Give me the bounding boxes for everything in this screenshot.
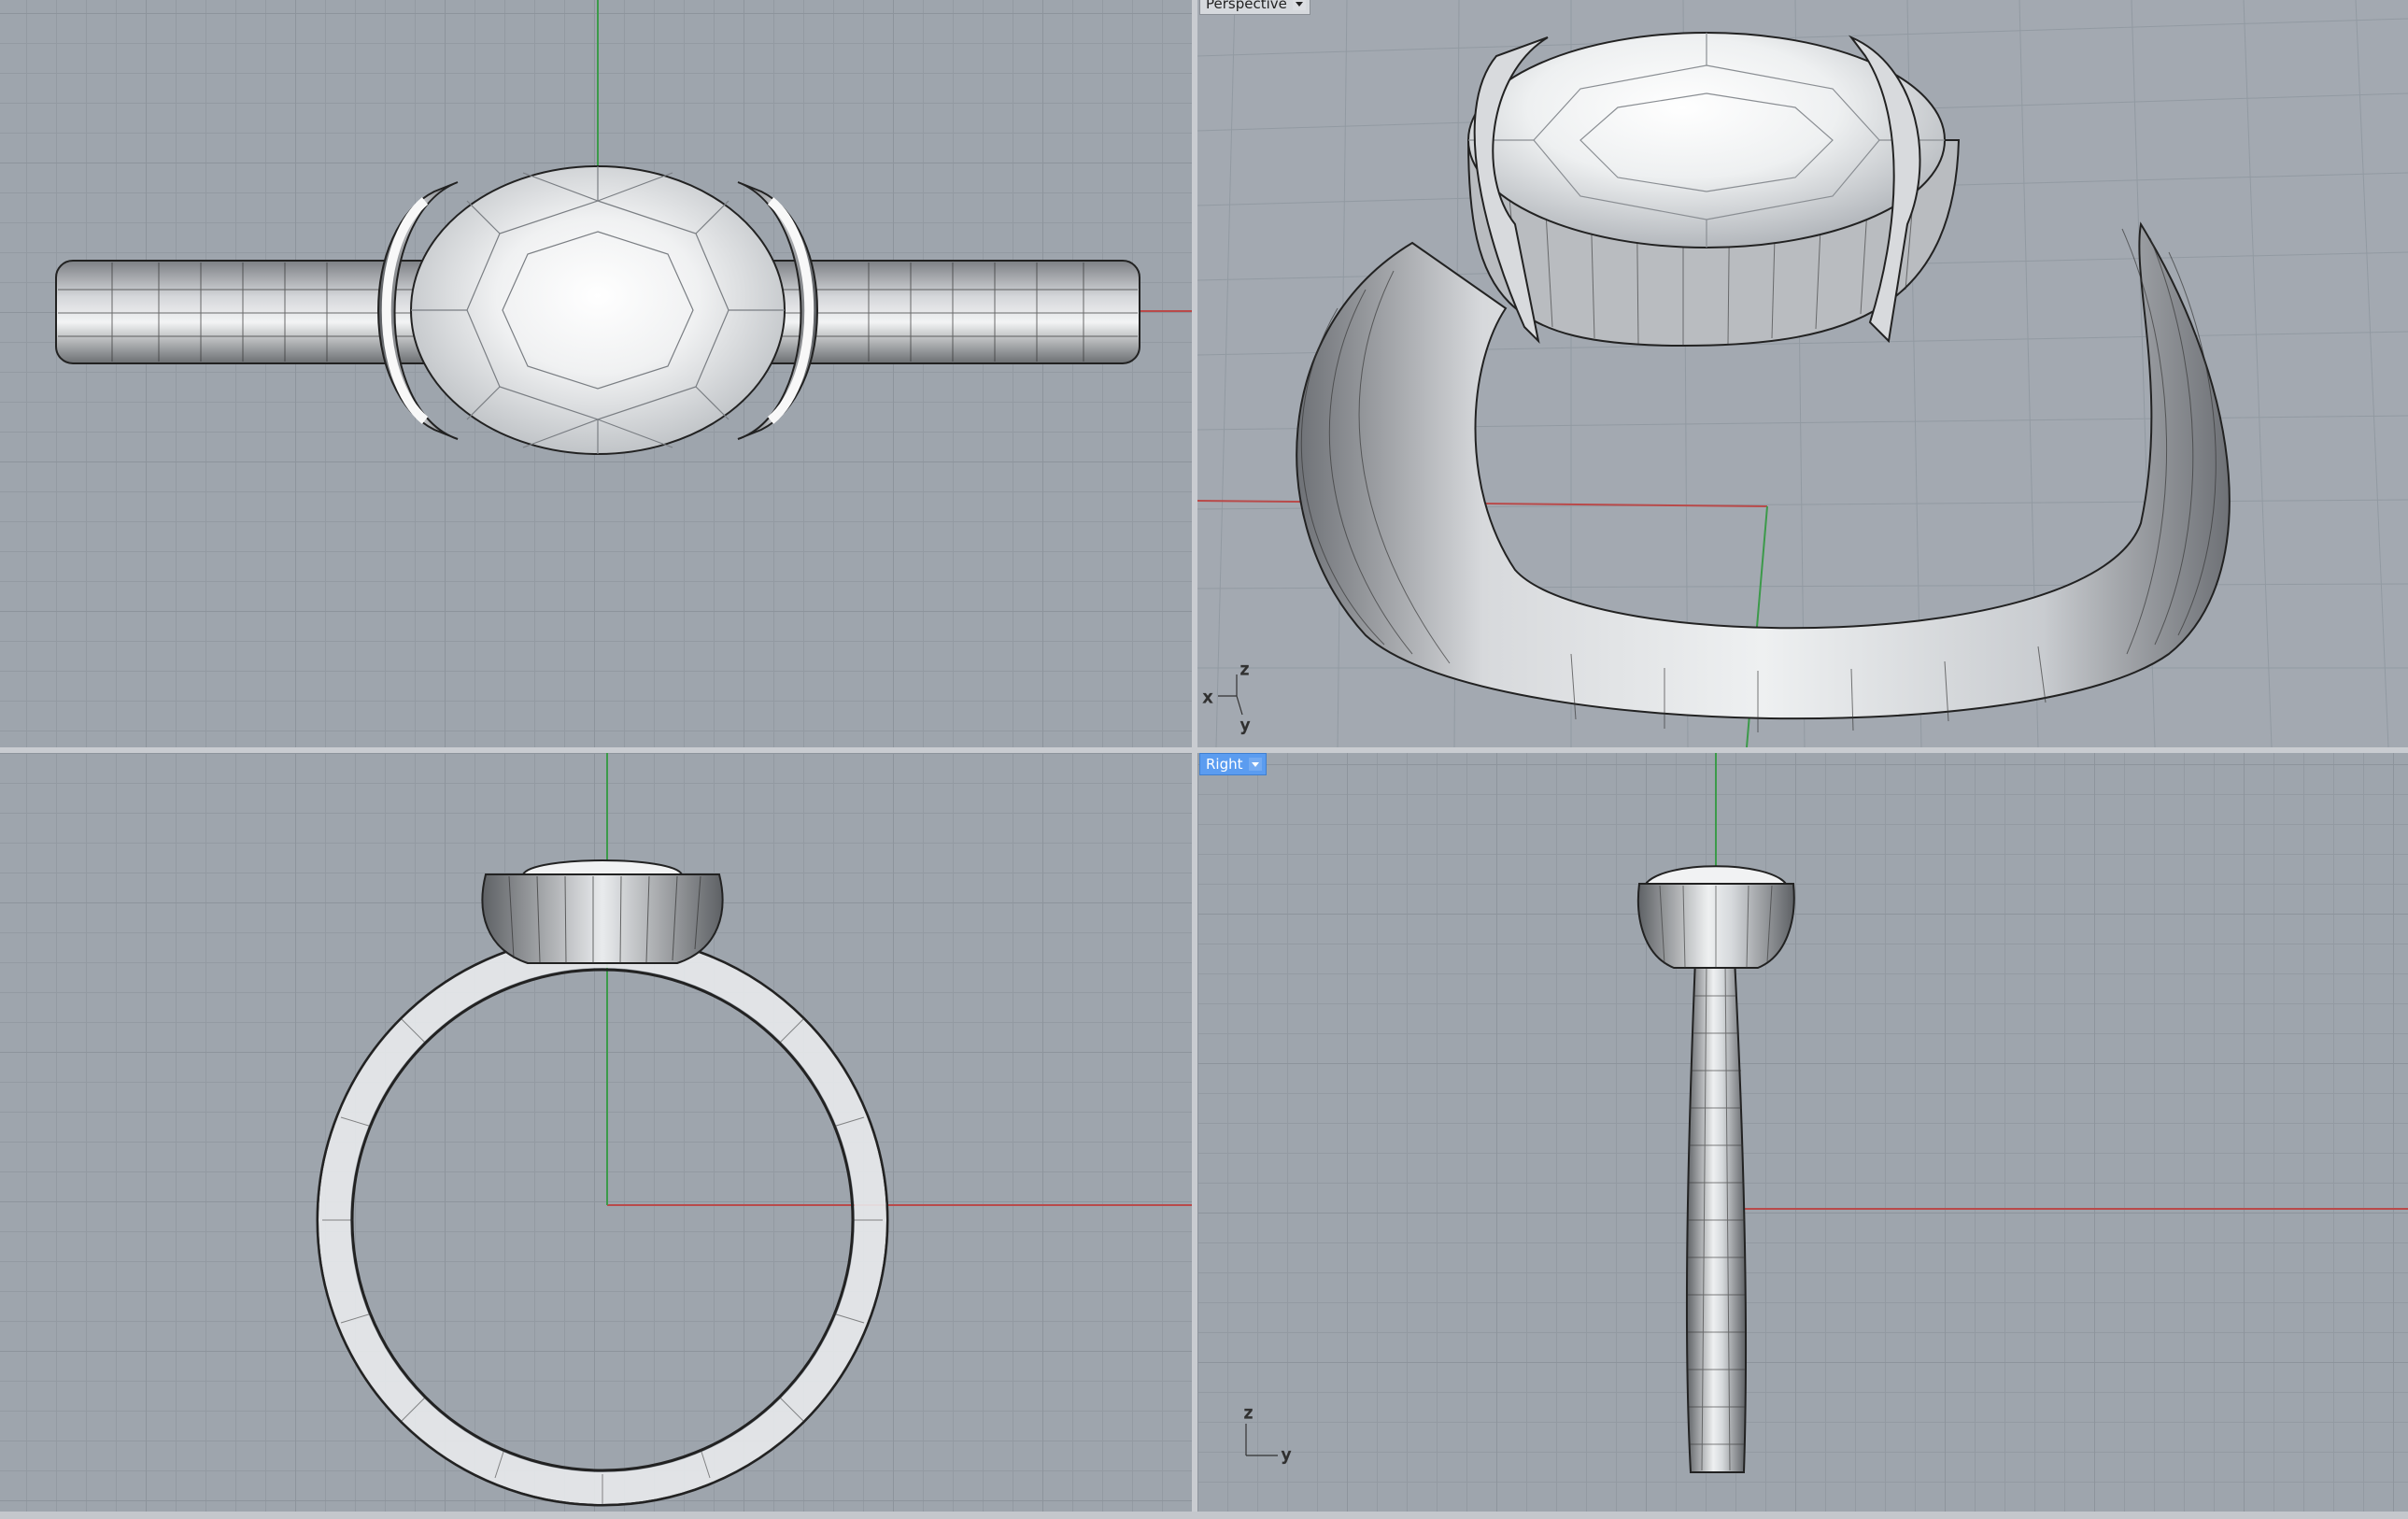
viewport-title-perspective[interactable]: Perspective [1199, 0, 1310, 15]
world-axes-icon: z y [1243, 1403, 1291, 1465]
viewport-title-text[interactable]: Perspective [1206, 0, 1287, 12]
bezel-cup [481, 873, 724, 964]
viewport-right[interactable]: z y Right [1197, 753, 2408, 1512]
status-strip [0, 1512, 2408, 1519]
perspective-view-model: z x y [1197, 0, 2408, 747]
axis-x-label: x [1203, 689, 1212, 707]
right-view-model: z y [1243, 753, 2408, 1473]
front-view-model [316, 753, 1192, 1507]
world-axes-icon: z x y [1202, 660, 1250, 735]
viewport-perspective[interactable]: z x y Perspective [1197, 0, 2408, 747]
viewport-top[interactable] [0, 0, 1192, 747]
stone-crown [521, 859, 684, 875]
viewport-dropdown-icon[interactable] [1292, 0, 1306, 10]
top-view-model [55, 0, 1192, 455]
axis-y-label: y [1240, 717, 1250, 735]
viewport-title-text[interactable]: Right [1206, 756, 1243, 773]
viewport-dropdown-icon[interactable] [1248, 758, 1262, 771]
axis-z-label: z [1240, 660, 1249, 679]
axis-y-label: y [1282, 1446, 1291, 1465]
ring-shank [1685, 958, 1747, 1473]
ring-band-inner [350, 968, 855, 1472]
viewport-title-right[interactable]: Right [1199, 753, 1267, 775]
rhino-viewport-layout: z x y Perspective z y Right [0, 0, 2408, 1519]
axis-z-label: z [1244, 1404, 1253, 1423]
stone-crown [1643, 865, 1789, 885]
viewport-front[interactable] [0, 753, 1192, 1512]
